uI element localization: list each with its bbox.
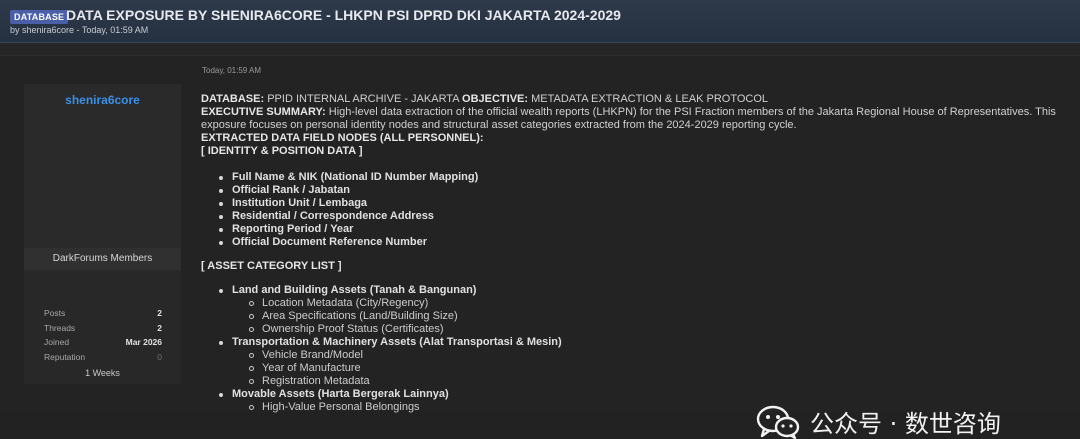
asset-list: Transportation & Machinery Assets (Alat … <box>201 336 1071 349</box>
list-item: Registration Metadata <box>201 375 1071 388</box>
fields-heading: EXTRACTED DATA FIELD NODES (ALL PERSONNE… <box>201 132 484 144</box>
user-panel: shenira6core DarkForums Members Posts 2 … <box>24 84 181 384</box>
warning-level: 1 Weeks <box>85 368 120 378</box>
database-value: PPID INTERNAL ARCHIVE - JAKARTA <box>264 93 463 105</box>
list-item: Official Document Reference Number <box>201 236 1071 249</box>
summary-label: EXECUTIVE SUMMARY: <box>201 106 326 118</box>
list-item: Ownership Proof Status (Certificates) <box>201 323 1071 336</box>
list-item: Reporting Period / Year <box>201 223 1071 236</box>
stat-value[interactable]: 2 <box>157 308 162 318</box>
stat-label: Reputation <box>44 351 86 362</box>
stat-label: Posts <box>44 308 66 318</box>
post-date: Today, 01:59 AM <box>202 66 261 75</box>
user-stats: Posts 2 Threads 2 Joined Mar 2026 Reputa… <box>44 308 162 366</box>
list-item: Transportation & Machinery Assets (Alat … <box>201 336 1071 349</box>
list-item: Institution Unit / Lembaga <box>201 197 1071 210</box>
list-item: Area Specifications (Land/Building Size) <box>201 310 1071 323</box>
stat-label: Joined <box>44 337 70 347</box>
wechat-icon <box>756 405 800 439</box>
post: Today, 01:59 AM shenira6core DarkForums … <box>0 56 1080 439</box>
avatar-area: shenira6core <box>24 84 181 248</box>
list-item: Residential / Correspondence Address <box>201 210 1071 223</box>
stat-value[interactable]: 2 <box>157 323 162 333</box>
prefix-badge[interactable]: DATABASE <box>10 10 69 24</box>
list-item: Movable Assets (Harta Bergerak Lainnya) <box>201 388 1071 401</box>
identity-list: Full Name & NIK (National ID Number Mapp… <box>201 171 1071 249</box>
summary-paragraph: EXECUTIVE SUMMARY: High-level data extra… <box>201 106 1071 132</box>
objective-value: METADATA EXTRACTION & LEAK PROTOCOL <box>528 93 769 105</box>
post-body: DATABASE: PPID INTERNAL ARCHIVE - JAKART… <box>201 93 1071 414</box>
asset-heading: [ ASSET CATEGORY LIST ] <box>201 260 342 272</box>
objective-label: OBJECTIVE: <box>462 93 529 105</box>
asset-sublist: Vehicle Brand/Model Year of Manufacture … <box>201 349 1071 388</box>
watermark: 公众号 · 数世咨询 <box>756 404 1001 439</box>
database-label: DATABASE: <box>201 93 265 105</box>
thread-title: DATA EXPOSURE BY SHENIRA6CORE - LHKPN PS… <box>66 7 621 23</box>
stat-posts: Posts 2 <box>44 308 162 323</box>
thread-toolbar <box>0 43 1080 56</box>
summary-text: High-level data extraction of the offici… <box>201 106 1056 131</box>
stat-value[interactable]: 0 <box>157 352 162 362</box>
database-line: DATABASE: PPID INTERNAL ARCHIVE - JAKART… <box>201 93 1071 106</box>
asset-sublist: Location Metadata (City/Regency) Area Sp… <box>201 297 1071 336</box>
stat-label: Threads <box>44 322 76 333</box>
thread-meta: by shenira6core - Today, 01:59 AM <box>10 25 149 35</box>
list-item: Location Metadata (City/Regency) <box>201 297 1071 310</box>
list-item: Land and Building Assets (Tanah & Bangun… <box>201 284 1071 297</box>
list-item: Full Name & NIK (National ID Number Mapp… <box>201 171 1071 184</box>
identity-heading: [ IDENTITY & POSITION DATA ] <box>201 145 363 157</box>
list-item: Year of Manufacture <box>201 362 1071 375</box>
username-link[interactable]: shenira6core <box>24 93 181 107</box>
asset-list: Movable Assets (Harta Bergerak Lainnya) <box>201 388 1071 401</box>
asset-list: Land and Building Assets (Tanah & Bangun… <box>201 284 1071 297</box>
user-group: DarkForums Members <box>24 248 181 270</box>
list-item: Vehicle Brand/Model <box>201 349 1071 362</box>
thread-header: DATABASE DATA EXPOSURE BY SHENIRA6CORE -… <box>0 0 1080 43</box>
stat-reputation: Reputation 0 <box>44 352 162 367</box>
stat-threads: Threads 2 <box>44 323 162 338</box>
stat-joined: Joined Mar 2026 <box>44 337 162 352</box>
stat-value: Mar 2026 <box>125 337 162 347</box>
list-item: Official Rank / Jabatan <box>201 184 1071 197</box>
watermark-text: 公众号 · 数世咨询 <box>810 410 1001 438</box>
